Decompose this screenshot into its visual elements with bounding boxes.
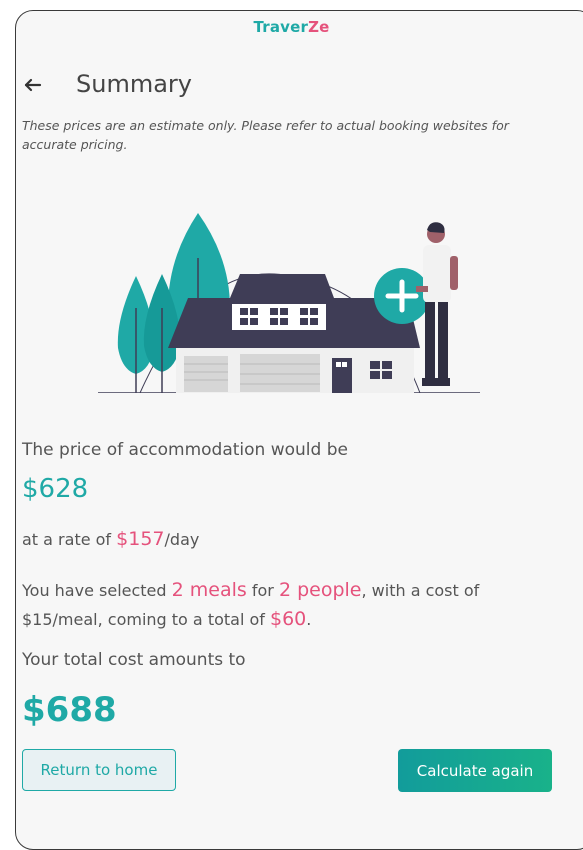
meals-text: You have selected 2 meals for 2 people, … bbox=[22, 576, 562, 634]
meals-middle: for bbox=[246, 581, 279, 600]
rate-text: at a rate of $157/day bbox=[22, 528, 199, 550]
brand-accent: Ze bbox=[308, 18, 330, 36]
accommodation-price: $628 bbox=[22, 474, 89, 504]
disclaimer-text: These prices are an estimate only. Pleas… bbox=[22, 118, 509, 152]
app-brand: TraverZe bbox=[0, 18, 583, 36]
people-count: 2 people bbox=[278, 579, 362, 601]
rate-prefix: at a rate of bbox=[22, 530, 117, 549]
arrow-left-icon[interactable] bbox=[22, 74, 44, 96]
page-title: Summary bbox=[76, 70, 192, 98]
return-home-button[interactable]: Return to home bbox=[22, 749, 176, 791]
house-with-person-plus-icon bbox=[98, 213, 480, 393]
total-value: $688 bbox=[22, 690, 117, 730]
meals-end: . bbox=[306, 610, 312, 629]
calculate-again-button[interactable]: Calculate again bbox=[398, 749, 552, 792]
meals-count: 2 meals bbox=[171, 579, 247, 601]
rate-suffix: /day bbox=[164, 530, 200, 549]
meals-prefix: You have selected bbox=[22, 581, 172, 600]
rate-value: $157 bbox=[116, 528, 165, 550]
brand-name: Traver bbox=[253, 18, 309, 36]
total-label: Your total cost amounts to bbox=[22, 650, 246, 670]
accommodation-label: The price of accommodation would be bbox=[22, 440, 348, 460]
meals-total: $60 bbox=[270, 608, 307, 630]
